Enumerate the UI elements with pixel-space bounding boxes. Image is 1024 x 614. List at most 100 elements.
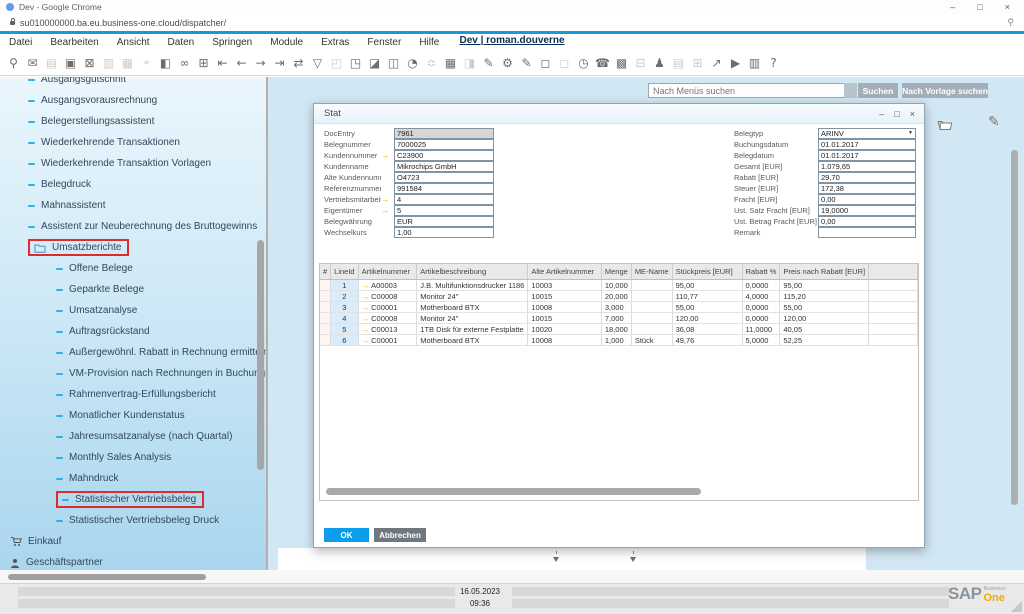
field-input-buchungsdatum[interactable]: 01.01.2017 [818,139,916,150]
link-arrow-icon[interactable]: → [381,195,394,204]
refresh-icon[interactable]: ⇄ [289,56,308,70]
user-icon[interactable]: ♟ [650,56,669,70]
resize-grip[interactable] [1011,601,1022,612]
messages-icon[interactable]: ◻ [536,56,555,70]
menu-springen[interactable]: Springen [203,37,261,48]
column-header-menge[interactable]: Menge [601,264,631,280]
menu-search-input[interactable] [648,83,847,98]
menu-fenster[interactable]: Fenster [358,37,410,48]
field-input-referenznummer[interactable]: 991584 [394,183,494,194]
column-header-me-name[interactable]: ME-Name [631,264,672,280]
layout-designer-icon[interactable]: ◧ [156,56,175,70]
edit-document-icon[interactable]: ✎ [517,56,536,70]
field-input-belegnummer[interactable]: 7000025 [394,139,494,150]
sidebar-item-wiederkehrende-transaktion-vorlagen[interactable]: Wiederkehrende Transaktion Vorlagen [0,153,266,174]
help-icon[interactable]: ? [764,56,783,70]
link-arrow-icon[interactable]: → [362,336,370,345]
sidebar-item-rahmenvertrag-erf-llungsbericht[interactable]: Rahmenvertrag-Erfüllungsbericht [0,384,266,405]
field-input-remark[interactable] [818,227,916,238]
dialog-titlebar[interactable]: Stat – □ × [314,104,924,124]
export-icon[interactable]: ↗ [707,56,726,70]
copy-icon[interactable]: ▣ [61,56,80,70]
table-row-3[interactable]: 3→C00001Motherboard BTX100083,00055,000,… [320,302,918,313]
table-row-2[interactable]: 2→C00008Monitor 24"1001520,000110,774,00… [320,291,918,302]
search-by-template-button[interactable]: Nach Vorlage suchen [902,83,988,98]
pencil-icon[interactable]: ✎ [988,114,1000,130]
column-header-preis-nach-rabatt-eur[interactable]: Preis nach Rabatt [EUR] [780,264,869,280]
zoom-icon[interactable]: ⚲ [1007,18,1014,28]
document-settings-icon[interactable]: ◳ [346,56,365,70]
filter-icon[interactable]: ▽ [308,56,327,70]
sidebar-item-gesch-ftspartner[interactable]: Geschäftspartner [0,552,266,570]
menu-daten[interactable]: Daten [159,37,204,48]
open-folder-icon[interactable] [936,118,953,136]
field-input-kundennummer[interactable]: C23900 [394,150,494,161]
first-record-icon[interactable]: ⇤ [213,56,232,70]
url-text[interactable]: su010000000.ba.eu.business-one.cloud/dis… [20,18,226,28]
sidebar-item-auftragsr-ckstand[interactable]: Auftragsrückstand [0,321,266,342]
field-input-vertriebsmitarbeiter[interactable]: 4 [394,194,494,205]
browser-minimize-button[interactable]: – [950,2,955,12]
sidebar-item-offene-belege[interactable]: Offene Belege [0,258,266,279]
chevron-down-icon[interactable]: ▼ [908,129,913,138]
table-row-4[interactable]: 4→C00008Monitor 24"100157,000120,000,000… [320,313,918,324]
sidebar-item-ausgangsvorausrechnung[interactable]: Ausgangsvorausrechnung [0,90,266,111]
link-arrow-icon[interactable]: → [362,325,370,334]
sidebar-item-statistischer-vertriebsbeleg-druck[interactable]: Statistischer Vertriebsbeleg Druck [0,510,266,531]
table-row-1[interactable]: 1→A00003J.B. Multifunktionsdrucker 11861… [320,280,918,291]
link-arrow-icon[interactable]: → [362,281,370,290]
sidebar-item-assistent-zur-neuberechnung-des-bruttogewinns[interactable]: Assistent zur Neuberechnung des Bruttoge… [0,216,266,237]
field-input-steuer-eur[interactable]: 172,38 [818,183,916,194]
sidebar-vertical-scrollbar[interactable] [257,240,264,470]
session-label[interactable]: Dev | roman.douverne [459,35,564,46]
field-input-ust-satz-fracht-eur[interactable]: 19,0000 [818,205,916,216]
menu-hilfe[interactable]: Hilfe [410,37,448,48]
sidebar-item-monthly-sales-analysis[interactable]: Monthly Sales Analysis [0,447,266,468]
link-arrow-icon[interactable]: → [362,314,370,323]
find-form-icon[interactable]: ⚲ [4,56,23,70]
column-header-rabatt[interactable]: Rabatt % [742,264,780,280]
sidebar-item-umsatzanalyse[interactable]: Umsatzanalyse [0,300,266,321]
column-header-[interactable]: # [320,264,331,280]
table-horizontal-scrollbar[interactable] [326,488,701,495]
column-header-artikelbeschreibung[interactable]: Artikelbeschreibung [417,264,528,280]
menu-ansicht[interactable]: Ansicht [108,37,159,48]
field-input-belegtyp[interactable]: ARINV▼ [818,128,916,139]
browser-maximize-button[interactable]: □ [977,2,982,12]
payment-means-icon[interactable]: ◔ [403,56,422,70]
field-input-rabatt-eur[interactable]: 29,70 [818,172,916,183]
document-lock-icon[interactable]: ◫ [384,56,403,70]
link-arrow-icon[interactable]: → [381,151,394,160]
browser-close-button[interactable]: × [1005,2,1010,12]
export-excel-icon[interactable]: ⊠ [80,56,99,70]
link-arrow-icon[interactable]: → [362,303,370,312]
menu-datei[interactable]: Datei [0,37,41,48]
sidebar-item-jahresumsatzanalyse-nach-quartal[interactable]: Jahresumsatzanalyse (nach Quartal) [0,426,266,447]
sidebar-item-au-ergew-hnl-rabatt-in-rechnung-ermitteln[interactable]: Außergewöhnl. Rabatt in Rechnung ermitte… [0,342,266,363]
sidebar-item-vm-provision-nach-rechnungen-in-buchungsdatum[interactable]: VM-Provision nach Rechnungen in Buchungs… [0,363,266,384]
field-input-eigent-mer[interactable]: 5 [394,205,494,216]
sidebar-item-mahndruck[interactable]: Mahndruck [0,468,266,489]
find-icon[interactable]: ∞ [175,56,194,70]
add-record-icon[interactable]: ⊞ [194,56,213,70]
previous-record-icon[interactable]: ← [232,56,251,70]
dialog-close-button[interactable]: × [910,109,915,119]
table-view-icon[interactable]: ▦ [441,56,460,70]
field-input-ust-betrag-fracht-eur[interactable]: 0,00 [818,216,916,227]
document-phone-icon[interactable]: ☎ [593,56,612,70]
link-arrow-icon[interactable]: → [381,206,394,215]
field-input-fracht-eur[interactable]: 0,00 [818,194,916,205]
document-clock-icon[interactable]: ◷ [574,56,593,70]
column-header-lineid[interactable]: LineId [331,264,358,280]
sidebar-item-geparkte-belege[interactable]: Geparkte Belege [0,279,266,300]
menu-bearbeiten[interactable]: Bearbeiten [41,37,107,48]
document-journal-icon[interactable]: ◪ [365,56,384,70]
column-header-st-ckpreis-eur[interactable]: Stückpreis [EUR] [672,264,742,280]
field-input-alte-kundennummer[interactable]: O4723 [394,172,494,183]
report-run-icon[interactable]: ▶ [726,56,745,70]
menu-extras[interactable]: Extras [312,37,358,48]
field-input-belegdatum[interactable]: 01.01.2017 [818,150,916,161]
trash-icon[interactable]: ▩ [612,56,631,70]
sidebar-item-monatlicher-kundenstatus[interactable]: Monatlicher Kundenstatus [0,405,266,426]
document-calculator-icon[interactable]: ▥ [745,56,764,70]
